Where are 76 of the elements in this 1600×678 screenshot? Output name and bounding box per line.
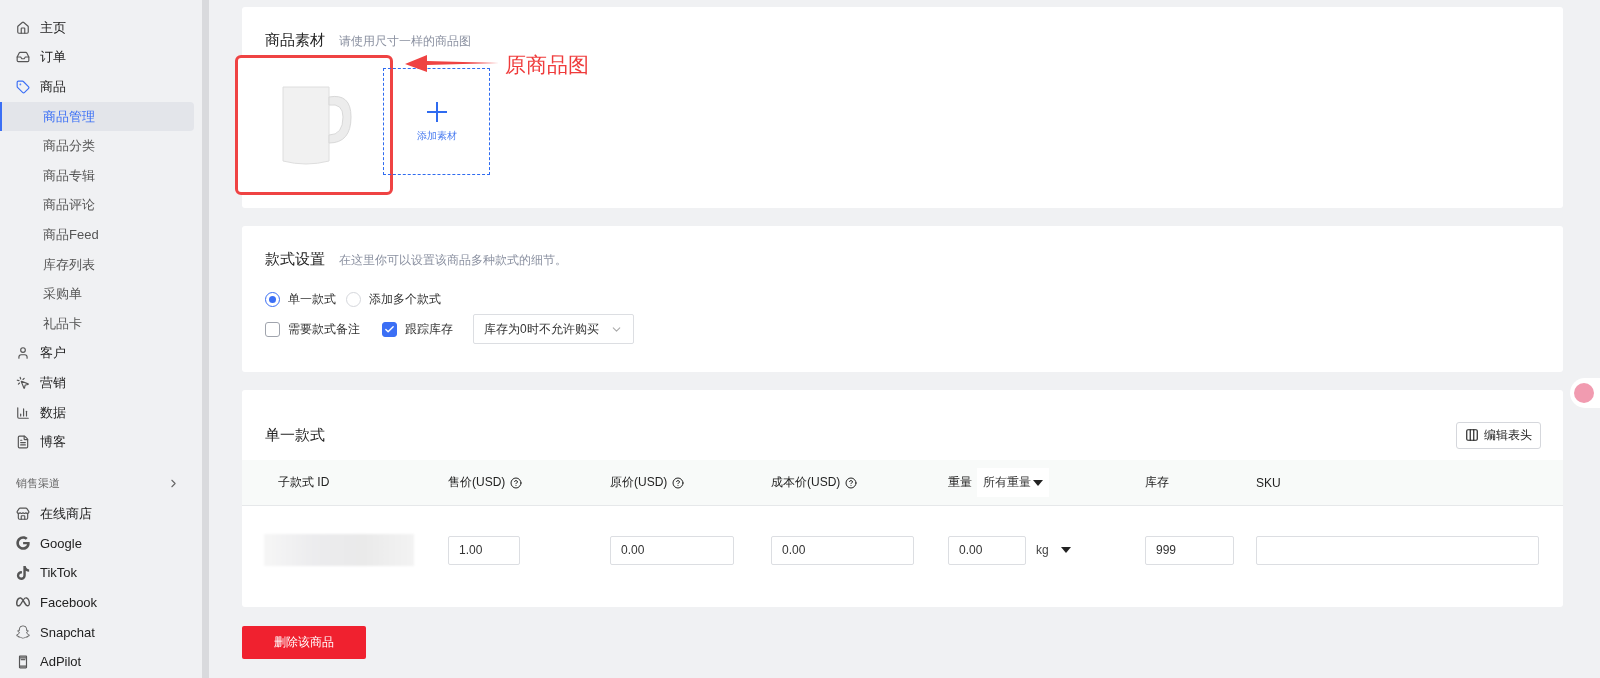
channel-item[interactable]: Google (0, 528, 194, 559)
channel-item[interactable]: 在线商店 (0, 498, 194, 529)
edit-columns-button[interactable]: 编辑表头 (1456, 421, 1541, 449)
tiktok-icon (16, 565, 30, 580)
help-icon[interactable] (845, 476, 858, 489)
inbox-icon (16, 50, 30, 65)
nav-subitem[interactable]: 商品分类 (0, 131, 194, 161)
column-header: 子款式 ID (278, 474, 330, 491)
channel-item[interactable]: TikTok (0, 558, 194, 588)
g-letter-icon (16, 536, 30, 551)
weight-input[interactable]: 0.00 (948, 535, 1026, 565)
channel-item[interactable]: Snapchat (0, 617, 194, 647)
nav-item[interactable]: 主页 (0, 13, 194, 43)
annotation-label: 原商品图 (505, 52, 589, 78)
checkbox[interactable] (382, 321, 397, 337)
nav-subitem[interactable]: 库存列表 (0, 249, 194, 280)
snapchat-icon (16, 625, 30, 640)
section-title: 商品素材 (265, 31, 325, 50)
tag-icon (16, 80, 30, 94)
screen-icon (16, 654, 30, 669)
section-label: 销售渠道 (16, 476, 60, 492)
plus-icon (425, 100, 448, 123)
sku-input[interactable] (1256, 535, 1539, 565)
price-input[interactable]: 0.00 (610, 535, 734, 565)
store-icon (16, 506, 30, 521)
user-icon (16, 346, 30, 361)
nav-item[interactable]: 数据 (0, 397, 194, 428)
column-header: 重量 (948, 474, 972, 491)
section-hint: 在这里你可以设置该商品多种款式的细节。 (339, 253, 567, 268)
translate-tab[interactable] (1570, 378, 1600, 408)
column-header: 库存 (1145, 474, 1169, 491)
caret-icon (1033, 479, 1043, 486)
help-icon[interactable] (510, 476, 523, 489)
nav-subitem[interactable]: 采购单 (0, 279, 194, 309)
column-header: 原价(USD) (610, 474, 668, 491)
nav-item[interactable]: 客户 (0, 338, 194, 369)
checkbox[interactable] (265, 321, 280, 337)
check-icon (384, 323, 395, 335)
nav-item[interactable]: 营销 (0, 368, 194, 398)
section-title: 单一款式 (265, 425, 325, 445)
nav-item[interactable]: 订单 (0, 42, 194, 73)
price-input[interactable]: 1.00 (448, 535, 520, 565)
checkbox-option[interactable]: 跟踪库存 (382, 320, 453, 338)
document-icon (16, 435, 30, 450)
column-header: SKU (1256, 475, 1281, 490)
home-icon (16, 20, 30, 35)
section-hint: 请使用尺寸一样的商品图 (339, 34, 471, 49)
checkbox-option[interactable]: 需要款式备注 (265, 320, 360, 338)
section-title: 款式设置 (265, 250, 325, 269)
radio-option[interactable]: 单一款式 (265, 291, 336, 308)
radio-option[interactable]: 添加多个款式 (346, 291, 441, 308)
stock-input[interactable]: 999 (1145, 535, 1234, 565)
help-icon[interactable] (672, 476, 685, 489)
channel-item[interactable]: AdPilot (0, 646, 194, 677)
caret-icon (1060, 547, 1071, 553)
nav-subitem[interactable]: 商品专辑 (0, 160, 194, 191)
nav-item[interactable]: 博客 (0, 427, 194, 457)
delete-product-button[interactable]: 删除该商品 (242, 626, 366, 659)
columns-icon (1465, 428, 1479, 442)
nav-subitem[interactable]: 商品管理 (0, 101, 194, 132)
unit-select[interactable]: kg (1036, 543, 1071, 557)
column-header: 成本价(USD) (771, 474, 841, 491)
channel-item[interactable]: Facebook (0, 587, 194, 618)
stock-policy-select[interactable]: 库存为0时不允许购买 (473, 314, 634, 344)
nav-subitem[interactable]: 礼品卡 (0, 308, 194, 339)
weight-filter[interactable]: 所有重量 (977, 468, 1049, 497)
cursor-icon (16, 375, 30, 390)
column-header: 售价(USD) (448, 474, 506, 491)
meta-icon (16, 595, 30, 610)
add-media-label: 添加素材 (416, 128, 457, 143)
chart-icon (16, 405, 30, 420)
price-input[interactable]: 0.00 (771, 535, 914, 565)
nav-subitem[interactable]: 商品评论 (0, 190, 194, 221)
translate-icon[interactable] (1574, 383, 1594, 403)
nav-subitem[interactable]: 商品Feed (0, 220, 194, 250)
nav-item[interactable]: 商品 (0, 72, 194, 102)
